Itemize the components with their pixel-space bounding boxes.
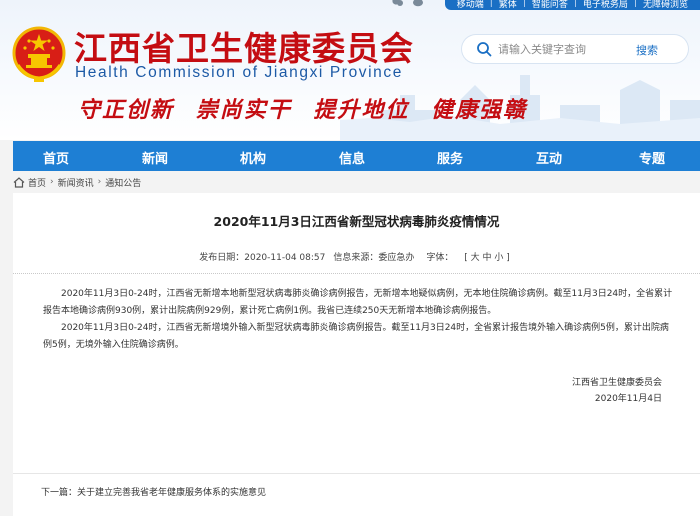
top-links-bar: 移动端 | 繁体 | 智能问答 | 电子税务局 | 无障碍浏览	[444, 0, 700, 10]
nav-item-home[interactable]: 首页	[27, 148, 85, 167]
article-panel: 2020年11月3日江西省新型冠状病毒肺炎疫情情况 发布日期：2020-11-0…	[13, 193, 700, 516]
nav-item-organization[interactable]: 机构	[224, 148, 282, 167]
search-box: 搜索	[462, 35, 688, 63]
article-title: 2020年11月3日江西省新型冠状病毒肺炎疫情情况	[213, 214, 500, 229]
top-link-qa[interactable]: 智能问答	[526, 0, 574, 10]
national-emblem-icon[interactable]	[12, 25, 66, 83]
search-input[interactable]	[498, 42, 618, 56]
site-title-cn[interactable]: 江西省卫生健康委员会	[74, 22, 414, 70]
breadcrumb-news[interactable]: 新闻资讯	[58, 176, 94, 189]
search-button[interactable]: 搜索	[636, 42, 658, 58]
wechat-icon[interactable]	[392, 0, 404, 7]
nav-item-information[interactable]: 信息	[323, 148, 381, 167]
main-nav: 首页 新闻 机构 信息 服务 互动 专题	[13, 141, 700, 171]
slogan: 守正创新 崇尚实干 提升地位 健康强赣	[78, 92, 539, 124]
breadcrumb: 首页 › 新闻资讯 › 通知公告	[13, 172, 700, 192]
article-meta: 发布日期：2020-11-04 08:57 信息来源：委应急办 字体： [ 大 …	[13, 250, 700, 263]
top-link-mobile[interactable]: 移动端	[451, 0, 490, 10]
slogan-part: 提升地位	[313, 97, 410, 123]
weibo-icon[interactable]	[412, 0, 424, 7]
breadcrumb-home[interactable]: 首页	[28, 176, 46, 189]
article-paragraph: 2020年11月3日0-24时，江西省无新增本地新型冠状病毒肺炎确诊病例报告，无…	[43, 289, 673, 316]
top-link-traditional[interactable]: 繁体	[493, 0, 523, 10]
article-signature: 江西省卫生健康委员会 2020年11月4日	[572, 375, 662, 407]
share-icons	[392, 0, 424, 7]
site-header: 移动端 | 繁体 | 智能问答 | 电子税务局 | 无障碍浏览 江西省卫生健康委员会 H…	[0, 0, 700, 140]
next-article: 下一篇：关于建立完善我省老年健康服务体系的实施意见	[41, 485, 266, 498]
breadcrumb-separator-icon: ›	[97, 177, 102, 187]
slogan-part: 守正创新	[78, 97, 175, 123]
publish-time: 发布日期：2020-11-04 08:57	[199, 253, 326, 263]
next-article-link[interactable]: 关于建立完善我省老年健康服务体系的实施意见	[77, 488, 266, 498]
font-size-label: 字体：	[426, 253, 454, 263]
article-paragraph: 2020年11月3日0-24时，江西省无新增境外输入新型冠状病毒肺炎确诊病例报告…	[43, 323, 669, 350]
nav-item-news[interactable]: 新闻	[126, 148, 184, 167]
nav-item-service[interactable]: 服务	[421, 148, 479, 167]
home-icon	[13, 176, 25, 188]
nav-item-interaction[interactable]: 互动	[520, 148, 578, 167]
signature-org: 江西省卫生健康委员会	[571, 378, 662, 388]
site-title-en: Health Commission of Jiangxi Province	[75, 64, 403, 81]
search-icon	[477, 42, 492, 57]
breadcrumb-separator-icon: ›	[50, 177, 54, 187]
signature-date: 2020年11月4日	[594, 394, 662, 404]
nav-item-topics[interactable]: 专题	[623, 148, 681, 167]
breadcrumb-notices[interactable]: 通知公告	[105, 176, 141, 189]
top-link-accessibility[interactable]: 无障碍浏览	[637, 0, 694, 10]
slogan-part: 崇尚实干	[195, 97, 292, 123]
meta-divider	[13, 273, 700, 274]
slogan-part: 健康强赣	[431, 97, 528, 123]
next-article-label: 下一篇：	[41, 488, 78, 498]
article-body: 2020年11月3日0-24时，江西省无新增本地新型冠状病毒肺炎确诊病例报告，无…	[43, 286, 673, 354]
font-size-switch[interactable]: [ 大 中 小 ]	[464, 253, 509, 263]
top-link-tax[interactable]: 电子税务局	[577, 0, 634, 10]
info-source: 信息来源：委应急办	[333, 253, 415, 263]
footer-divider	[13, 473, 700, 474]
